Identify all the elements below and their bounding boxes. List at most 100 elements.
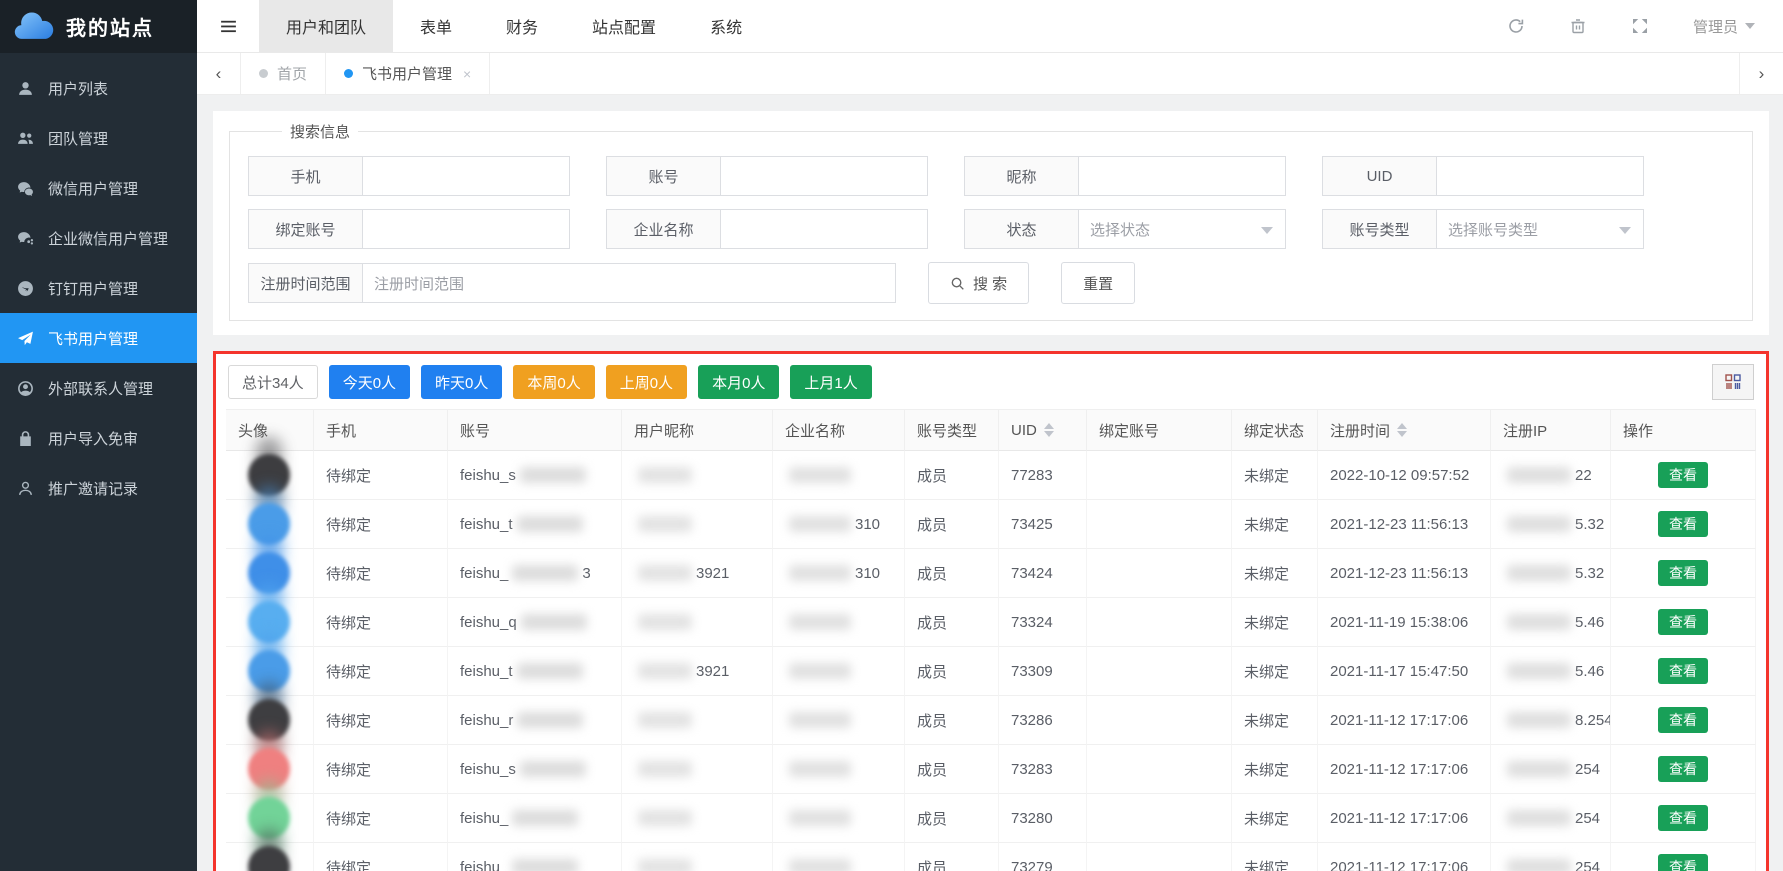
sidebar-item[interactable]: 用户列表: [0, 63, 197, 113]
cell-company: [773, 598, 905, 647]
stat-chip[interactable]: 本周0人: [513, 365, 594, 399]
cell-uid: 73279: [999, 843, 1087, 871]
redacted-blob: [512, 810, 578, 826]
date-range-input[interactable]: 注册时间范围: [362, 263, 896, 303]
cell-company: [773, 843, 905, 871]
cell-bind-status: 未绑定: [1232, 647, 1318, 696]
field-input[interactable]: [720, 156, 928, 196]
sidebar-item[interactable]: 推广邀请记录: [0, 463, 197, 513]
search-form-row3: 注册时间范围 注册时间范围 搜 索 重置: [248, 262, 1734, 304]
top-nav-tab[interactable]: 站点配置: [565, 0, 683, 52]
field-label: 注册时间范围: [248, 263, 362, 303]
field-input[interactable]: [720, 209, 928, 249]
view-button[interactable]: 查看: [1658, 560, 1708, 586]
cell-bind-status: 未绑定: [1232, 598, 1318, 647]
cell-phone: 待绑定: [314, 549, 448, 598]
cell-account: feishu_s: [448, 745, 622, 794]
redacted-blob: [521, 614, 587, 630]
top-nav-tab[interactable]: 用户和团队: [259, 0, 393, 52]
reset-button[interactable]: 重置: [1061, 262, 1135, 304]
search-field-group: 账号类型 选择账号类型: [1322, 209, 1644, 249]
field-input[interactable]: 选择状态: [1078, 209, 1286, 249]
sidebar-item[interactable]: 外部联系人管理: [0, 363, 197, 413]
field-input[interactable]: [1078, 156, 1286, 196]
field-placeholder: 选择账号类型: [1448, 219, 1538, 240]
stat-chip[interactable]: 今天0人: [329, 365, 410, 399]
trash-button[interactable]: [1569, 17, 1587, 35]
cell-reg-time: 2021-11-12 17:17:06: [1318, 794, 1491, 843]
cell-account-type: 成员: [905, 745, 999, 794]
sidebar-item[interactable]: 微信用户管理: [0, 163, 197, 213]
table-header-row: 头像 手机 账号: [226, 409, 1756, 451]
fullscreen-button[interactable]: [1631, 17, 1649, 35]
user-menu[interactable]: 管理员: [1693, 16, 1755, 37]
top-nav-tab[interactable]: 财务: [479, 0, 565, 52]
stat-chip[interactable]: 昨天0人: [421, 365, 502, 399]
page-tab[interactable]: 飞书用户管理 ×: [326, 53, 490, 94]
view-button[interactable]: 查看: [1658, 462, 1708, 488]
table-row: 待绑定 feishu_ 3 3921: [226, 549, 1756, 598]
field-input[interactable]: [1436, 156, 1644, 196]
stat-chip[interactable]: 总计34人: [228, 365, 318, 399]
redacted-blob: [1507, 761, 1571, 777]
select-caret-icon: [1619, 227, 1631, 234]
view-button[interactable]: 查看: [1658, 511, 1708, 537]
redacted-blob: [520, 761, 586, 777]
user-icon: [17, 80, 34, 97]
stat-chip[interactable]: 本月0人: [698, 365, 779, 399]
cell-company: 310: [773, 549, 905, 598]
search-button[interactable]: 搜 索: [928, 262, 1029, 304]
dingtalk-icon: [17, 280, 34, 297]
stat-chip[interactable]: 上周0人: [606, 365, 687, 399]
cell-bind-account: [1087, 794, 1232, 843]
redacted-blob: [638, 712, 692, 728]
sidebar-item[interactable]: 团队管理: [0, 113, 197, 163]
sort-icon[interactable]: [1044, 423, 1054, 437]
cell-bind-account: [1087, 745, 1232, 794]
sidebar-menu: 用户列表 团队管理: [0, 53, 197, 513]
page-tab[interactable]: 首页: [241, 53, 326, 94]
sort-icon[interactable]: [1397, 423, 1407, 437]
cell-nickname: [622, 843, 773, 871]
search-panel: 搜索信息 手机 账号: [213, 111, 1769, 335]
field-input[interactable]: 选择账号类型: [1436, 209, 1644, 249]
cell-uid: 73425: [999, 500, 1087, 549]
field-input[interactable]: [362, 209, 570, 249]
sidebar-item[interactable]: 企业微信用户管理: [0, 213, 197, 263]
refresh-button[interactable]: [1507, 17, 1525, 35]
cell-reg-time: 2021-11-19 15:38:06: [1318, 598, 1491, 647]
table-header-cell: 绑定状态: [1232, 409, 1318, 451]
view-button[interactable]: 查看: [1658, 707, 1708, 733]
table-header-cell: 手机: [314, 409, 448, 451]
stat-chip[interactable]: 上月1人: [790, 365, 871, 399]
close-tab-icon[interactable]: ×: [463, 66, 471, 82]
user-menu-label: 管理员: [1693, 16, 1738, 37]
field-input[interactable]: [362, 156, 570, 196]
sidebar-item[interactable]: 飞书用户管理: [0, 313, 197, 363]
view-button[interactable]: 查看: [1658, 609, 1708, 635]
column-settings-button[interactable]: [1712, 364, 1754, 400]
view-button[interactable]: 查看: [1658, 805, 1708, 831]
top-nav-tabs: 用户和团队 表单 财务 站点配置 系统: [259, 0, 769, 52]
cell-phone: 待绑定: [314, 500, 448, 549]
select-caret-icon: [1261, 227, 1273, 234]
tabs-scroll-right-icon[interactable]: ›: [1739, 53, 1783, 94]
redacted-blob: [789, 859, 851, 871]
fullscreen-icon: [1631, 17, 1649, 35]
cell-account: feishu_t: [448, 500, 622, 549]
view-button[interactable]: 查看: [1658, 854, 1708, 871]
sidebar-item[interactable]: 用户导入免审: [0, 413, 197, 463]
top-nav-tab[interactable]: 表单: [393, 0, 479, 52]
view-button[interactable]: 查看: [1658, 658, 1708, 684]
cell-account: feishu_s: [448, 451, 622, 500]
view-button[interactable]: 查看: [1658, 756, 1708, 782]
collapse-sidebar-button[interactable]: [197, 0, 259, 52]
tabs-scroll-left-icon[interactable]: ‹: [197, 53, 241, 94]
cell-bind-account: [1087, 549, 1232, 598]
cell-nickname: [622, 500, 773, 549]
table-header-cell: UID: [999, 409, 1087, 451]
table-header-cell: 企业名称: [773, 409, 905, 451]
cell-bind-status: 未绑定: [1232, 549, 1318, 598]
sidebar-item[interactable]: 钉钉用户管理: [0, 263, 197, 313]
top-nav-tab[interactable]: 系统: [683, 0, 769, 52]
